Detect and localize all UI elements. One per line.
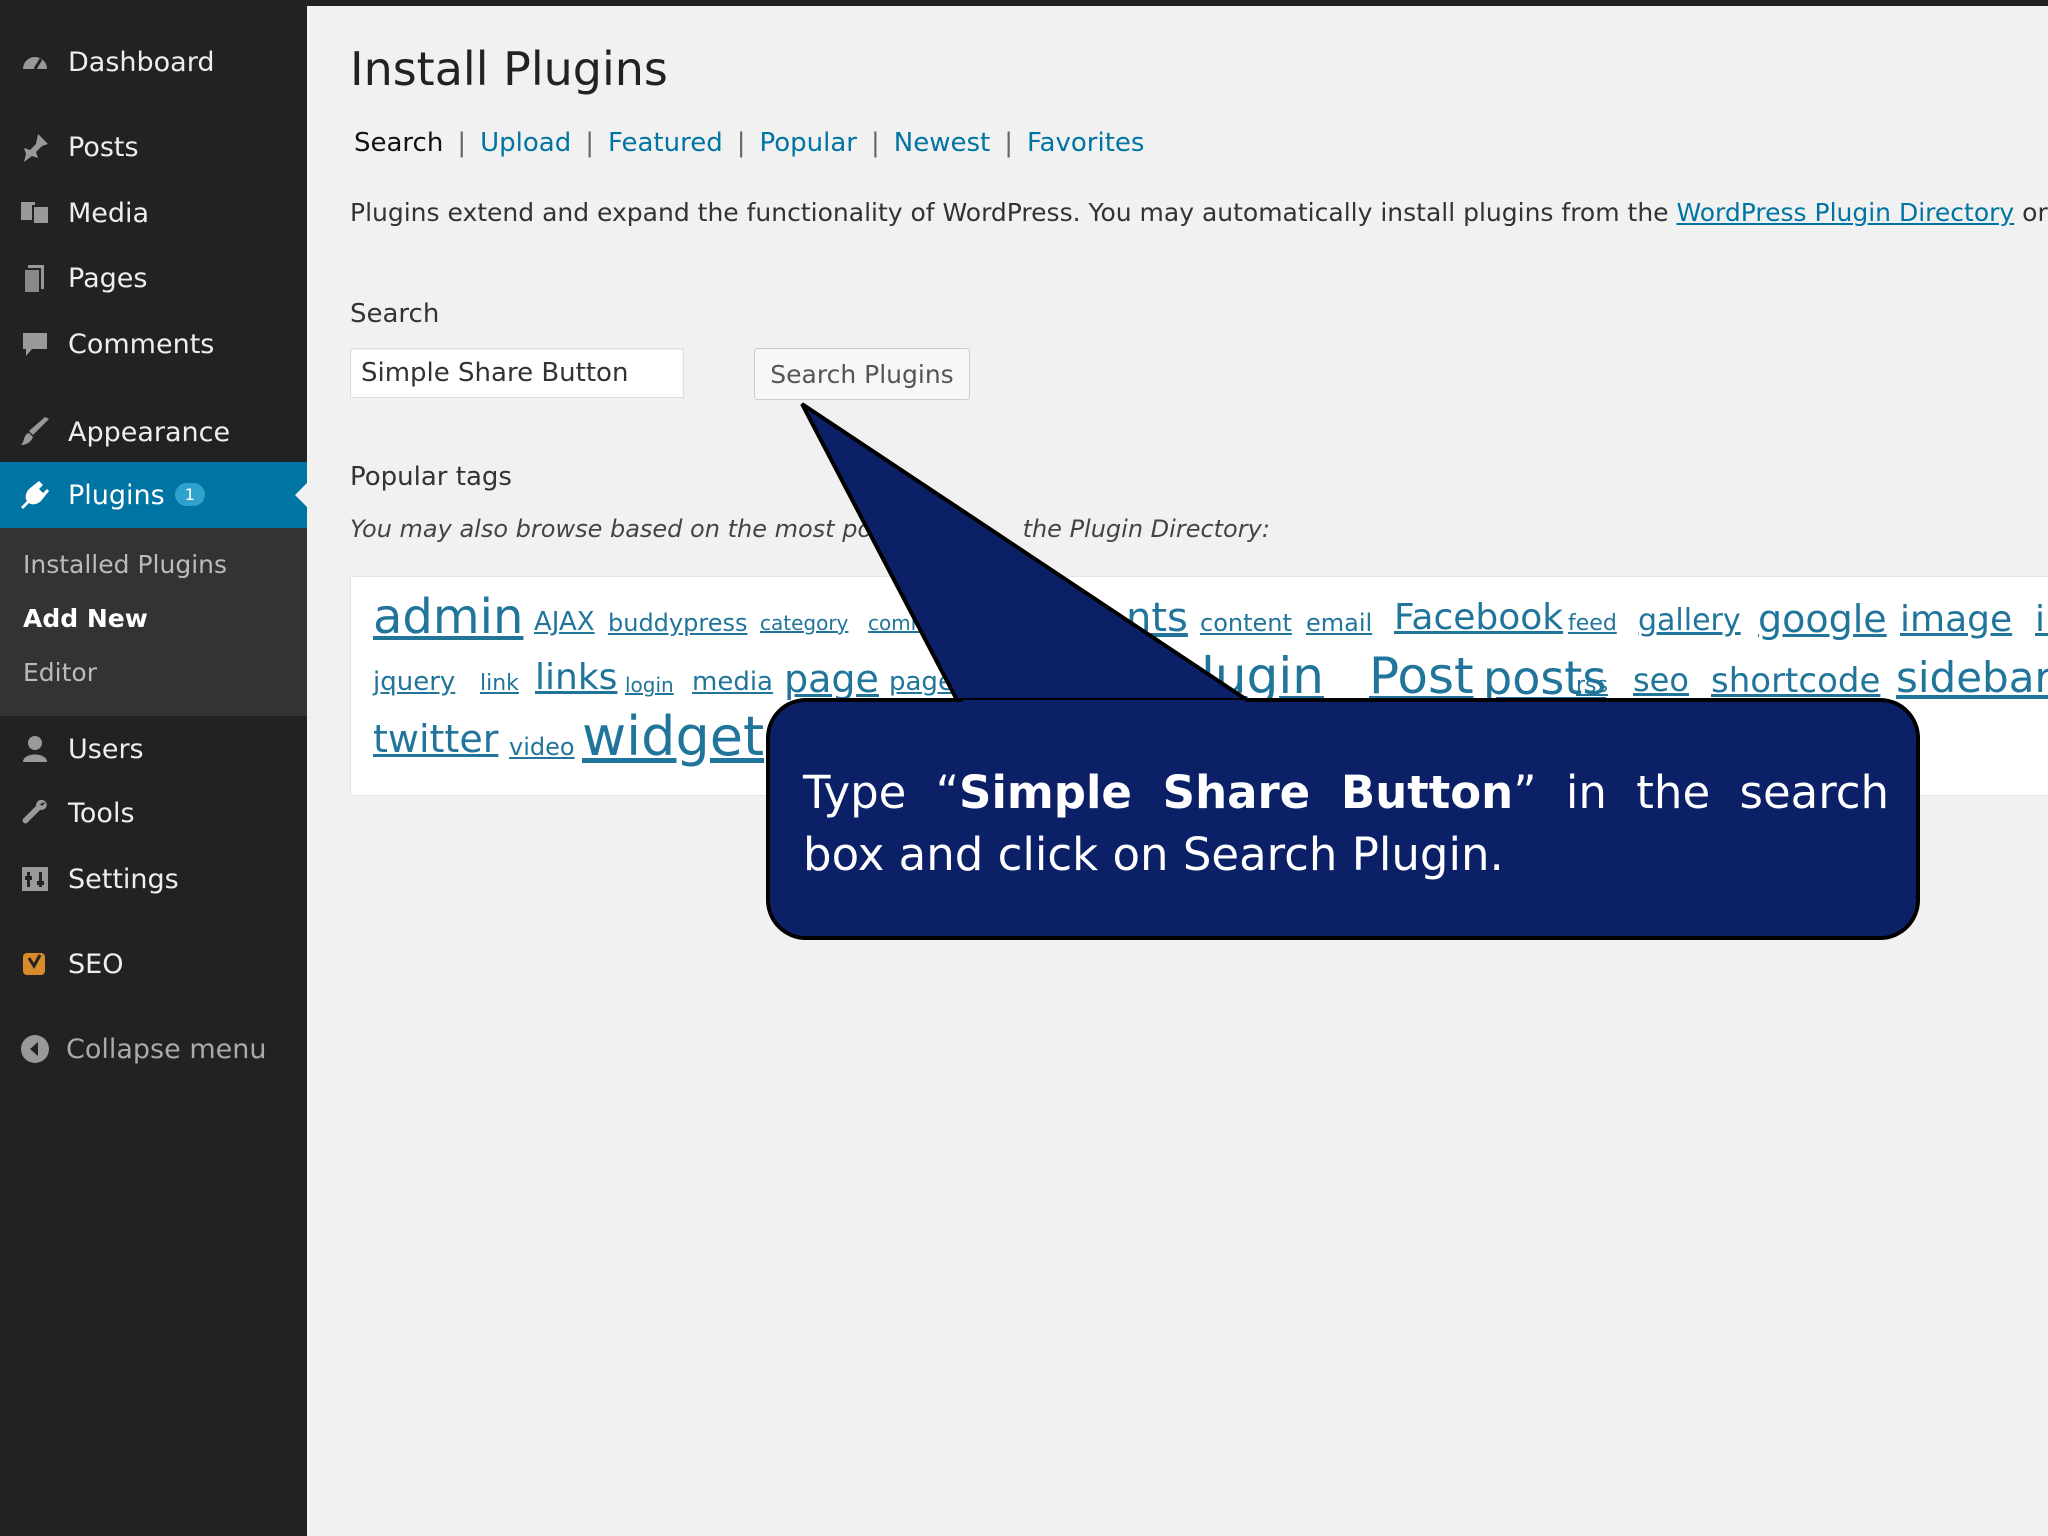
plug-icon — [18, 478, 52, 512]
tag-link[interactable]: page — [889, 667, 954, 697]
intro-text: Plugins extend and expand the functional… — [350, 198, 2048, 227]
sidebar-item-pages[interactable]: Pages — [0, 252, 307, 304]
brush-icon — [18, 415, 52, 449]
sidebar-item-label: Posts — [68, 131, 139, 163]
user-icon — [18, 732, 52, 766]
tab-newest[interactable]: Newest — [894, 128, 990, 158]
tag-link[interactable]: seo — [1633, 661, 1689, 699]
collapse-menu-button[interactable]: Collapse menu — [0, 1023, 307, 1075]
tag-link[interactable]: gallery — [1638, 603, 1741, 638]
tag-link[interactable]: rss — [1576, 673, 1608, 698]
tag-link[interactable]: Post — [1369, 647, 1474, 705]
tag-link[interactable]: widget — [582, 705, 764, 768]
callout-highlight: Simple Share Button — [959, 766, 1514, 819]
sidebar-item-label: Appearance — [68, 416, 231, 448]
callout-text: Type “Simple Share Button” in the search… — [803, 766, 1889, 881]
tag-link[interactable]: feed — [1568, 611, 1617, 636]
search-heading: Search — [350, 299, 440, 329]
sidebar-item-comments[interactable]: Comments — [0, 318, 307, 370]
tag-link[interactable]: nts — [1126, 595, 1188, 641]
sidebar-item-label: Collapse menu — [66, 1033, 267, 1065]
tag-link[interactable]: image — [1900, 599, 2012, 640]
tag-link[interactable]: link — [480, 671, 519, 696]
tag-link[interactable]: email — [1306, 609, 1372, 637]
sidebar-item-dashboard[interactable]: Dashboard — [0, 36, 307, 88]
sidebar-item-label: Media — [68, 197, 150, 229]
submenu-installed-plugins[interactable]: Installed Plugins — [23, 550, 227, 579]
submenu-add-new[interactable]: Add New — [23, 604, 148, 633]
tag-link[interactable]: lugin — [1201, 647, 1324, 705]
tag-link[interactable]: jquery — [373, 667, 455, 697]
tab-search[interactable]: Search — [354, 128, 443, 158]
pages-icon — [18, 261, 52, 295]
tag-link[interactable]: links — [535, 657, 617, 698]
sidebar-item-tools[interactable]: Tools — [0, 787, 307, 839]
tag-link[interactable]: category — [760, 611, 848, 635]
update-count-badge: 1 — [174, 482, 205, 506]
plugins-submenu: Installed Plugins Add New Editor — [0, 528, 307, 716]
search-plugins-button[interactable]: Search Plugins — [754, 348, 970, 400]
plugin-directory-link[interactable]: WordPress Plugin Directory — [1677, 198, 2015, 227]
sidebar-item-label: Users — [68, 733, 144, 765]
collapse-icon — [18, 1032, 52, 1066]
sidebar-item-label: Tools — [68, 797, 135, 829]
sidebar-item-settings[interactable]: Settings — [0, 853, 307, 905]
tag-link[interactable]: shortcode — [1711, 661, 1880, 701]
tab-upload[interactable]: Upload — [480, 128, 571, 158]
tab-favorites[interactable]: Favorites — [1027, 128, 1144, 158]
tag-link[interactable]: video — [509, 733, 575, 761]
sidebar-item-label: SEO — [68, 948, 124, 980]
media-icon — [18, 196, 52, 230]
comment-icon — [18, 327, 52, 361]
popular-tags-heading: Popular tags — [350, 462, 512, 492]
admin-sidebar: Dashboard Posts Media Pages Comments App… — [0, 0, 307, 1536]
dashboard-icon — [18, 45, 52, 79]
tag-link[interactable]: Facebook — [1394, 597, 1563, 638]
sidebar-item-label: Pages — [68, 262, 148, 294]
submenu-editor[interactable]: Editor — [23, 658, 97, 687]
seo-icon — [18, 947, 52, 981]
popular-tags-description: You may also browse based on the most po… — [350, 515, 1270, 543]
tag-link[interactable]: ir — [2035, 599, 2048, 640]
sidebar-item-label: Dashboard — [68, 46, 215, 78]
tag-link[interactable]: twitter — [373, 717, 498, 761]
sidebar-item-appearance[interactable]: Appearance — [0, 406, 307, 458]
settings-icon — [18, 862, 52, 896]
plugin-install-tabs: Search | Upload | Featured | Popular | Newest | Fa… — [354, 128, 1145, 158]
page-title: Install Plugins — [350, 42, 668, 96]
sidebar-item-posts[interactable]: Posts — [0, 121, 307, 173]
sidebar-item-plugins[interactable]: Plugins 1 — [0, 462, 307, 528]
sidebar-item-seo[interactable]: SEO — [0, 938, 307, 990]
tag-link[interactable]: login — [625, 673, 674, 697]
wrench-icon — [18, 796, 52, 830]
instruction-callout: Type “Simple Share Button” in the search… — [766, 698, 1920, 940]
sidebar-item-media[interactable]: Media — [0, 187, 307, 239]
sidebar-item-label: Comments — [68, 328, 215, 360]
tag-link[interactable]: sidebar — [1896, 653, 2048, 702]
pin-icon — [18, 130, 52, 164]
sidebar-item-label: Plugins — [68, 479, 165, 511]
tab-featured[interactable]: Featured — [608, 128, 723, 158]
tag-link[interactable]: comm — [868, 611, 930, 635]
tab-popular[interactable]: Popular — [760, 128, 858, 158]
tag-link[interactable]: content — [1200, 609, 1292, 637]
sidebar-item-users[interactable]: Users — [0, 723, 307, 775]
tag-link[interactable]: buddypress — [608, 609, 747, 637]
tag-link[interactable]: admin — [373, 589, 523, 645]
tag-link[interactable]: AJAX — [534, 607, 595, 637]
tag-link[interactable]: google — [1758, 597, 1887, 641]
tag-link[interactable]: media — [692, 667, 773, 697]
plugin-search-input[interactable] — [350, 348, 684, 398]
sidebar-item-label: Settings — [68, 863, 179, 895]
tag-link[interactable]: page — [784, 657, 879, 701]
